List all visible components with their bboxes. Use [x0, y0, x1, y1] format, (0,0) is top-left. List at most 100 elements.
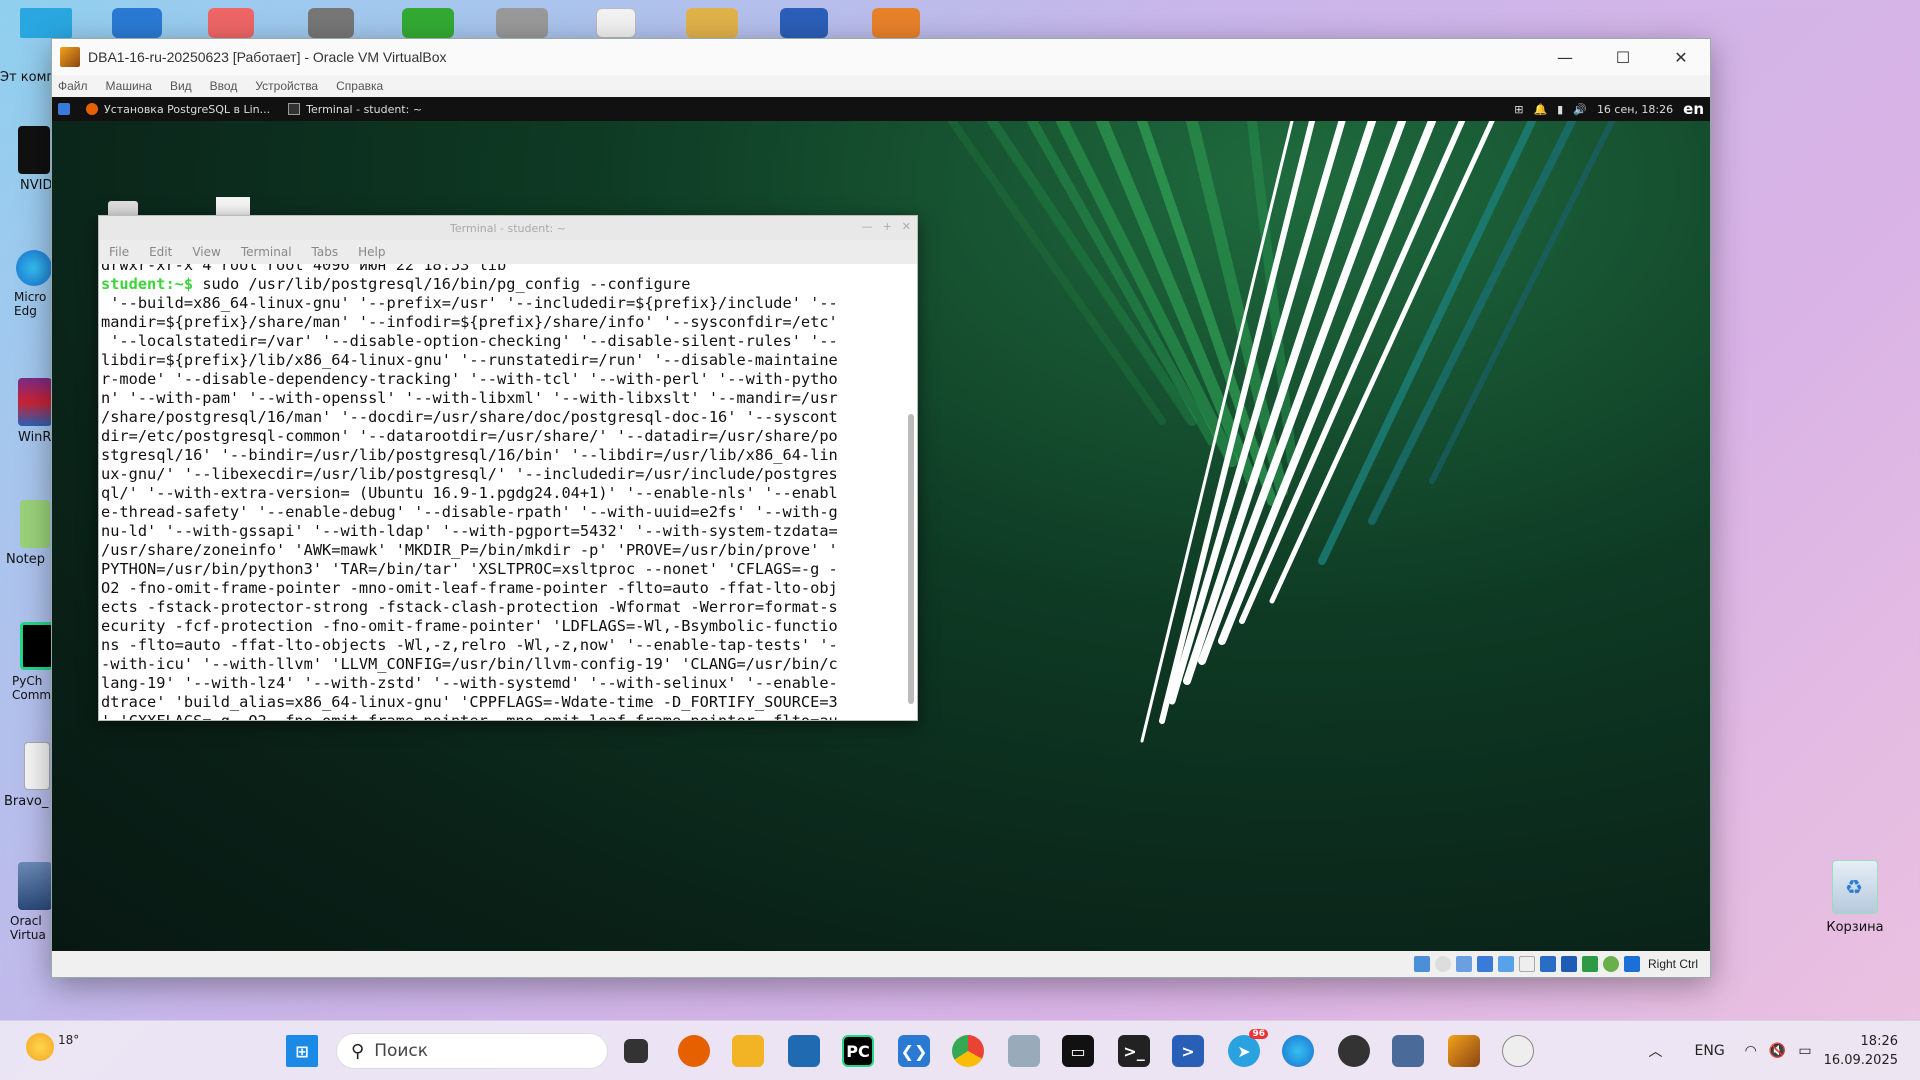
cpu-icon[interactable]	[1581, 956, 1598, 972]
battery-icon[interactable]: ▭	[1798, 1043, 1811, 1059]
audio-icon[interactable]	[1455, 956, 1472, 972]
close-button[interactable]: ✕	[1652, 39, 1710, 75]
volume-muted-icon[interactable]: 🔇	[1769, 1043, 1786, 1059]
desktop-icon-folder[interactable]	[686, 8, 738, 38]
volume-icon[interactable]: 🔊	[1573, 103, 1587, 116]
terminal-command-output: '--build=x86_64-linux-gnu' '--prefix=/us…	[101, 294, 838, 720]
desktop-icon-nvidia[interactable]	[402, 8, 454, 38]
vscode-icon[interactable]: ❮❯	[898, 1035, 930, 1067]
menu-view[interactable]: Вид	[170, 79, 192, 93]
cmd-icon[interactable]: >_	[1118, 1035, 1150, 1067]
terminal-maximize-button[interactable]: +	[883, 220, 892, 233]
guest-desktop-icon-file[interactable]	[216, 197, 250, 217]
hard-disk-icon[interactable]	[1413, 956, 1430, 972]
menu-machine[interactable]: Машина	[106, 79, 152, 93]
wifi-icon[interactable]: ◠	[1745, 1043, 1757, 1059]
menu-input[interactable]: Ввод	[210, 79, 238, 93]
app-icon-ball[interactable]	[1502, 1035, 1534, 1067]
pycharm-icon[interactable]: PC	[842, 1035, 874, 1067]
display-icon[interactable]	[1539, 956, 1556, 972]
taskbutton-terminal[interactable]: Terminal - student: ~	[288, 103, 422, 116]
app-icon-chart[interactable]	[788, 1035, 820, 1067]
terminal-menubar: File Edit View Terminal Tabs Help	[99, 240, 917, 264]
desktop-icon-vscode[interactable]	[112, 8, 162, 38]
app-icon-db[interactable]	[1008, 1035, 1040, 1067]
terminal-menu-file[interactable]: File	[109, 245, 129, 259]
weather-icon	[26, 1033, 54, 1061]
taskbutton-firefox[interactable]: Установка PostgreSQL в Lin...	[86, 103, 270, 116]
terminal-window[interactable]: Terminal - student: ~ — + ✕ File Edit Vi…	[98, 215, 918, 721]
file-explorer-icon[interactable]	[732, 1035, 764, 1067]
terminal-minimize-button[interactable]: —	[862, 220, 873, 233]
keyboard-capture-icon[interactable]	[1623, 956, 1640, 972]
battery-icon[interactable]: ▮	[1557, 103, 1563, 116]
edge-icon[interactable]	[1282, 1035, 1314, 1067]
guest-clock[interactable]: 16 сен, 18:26	[1597, 103, 1673, 116]
desktop-icon-monitor[interactable]	[20, 8, 72, 38]
mouse-integration-icon[interactable]	[1602, 956, 1619, 972]
guest-menu-button[interactable]	[58, 103, 76, 115]
network-icon[interactable]: ⊞	[1514, 103, 1523, 116]
virtualbox-vm-icon[interactable]	[1448, 1035, 1480, 1067]
terminal-menu-help[interactable]: Help	[358, 245, 385, 259]
task-view-icon[interactable]	[624, 1039, 648, 1063]
terminal-close-button[interactable]: ✕	[902, 220, 911, 233]
menu-devices[interactable]: Устройства	[255, 79, 318, 93]
taskbutton-terminal-label: Terminal - student: ~	[306, 102, 423, 116]
host-key-label: Right Ctrl	[1647, 957, 1698, 971]
optical-drive-icon[interactable]	[1434, 956, 1451, 972]
menu-file[interactable]: Файл	[58, 79, 88, 93]
firefox-icon[interactable]	[678, 1035, 710, 1067]
virtualbox-window: DBA1-16-ru-20250623 [Работает] - Oracle …	[51, 38, 1711, 978]
powershell-icon[interactable]: >	[1172, 1035, 1204, 1067]
terminal-icon[interactable]: ▭	[1062, 1035, 1094, 1067]
minimize-button[interactable]: —	[1536, 39, 1594, 75]
menu-help[interactable]: Справка	[336, 79, 383, 93]
taskbar-search[interactable]: ⚲ Поиск	[336, 1033, 608, 1069]
recording-icon[interactable]	[1560, 956, 1577, 972]
notification-bell-icon[interactable]: 🔔	[1533, 103, 1547, 116]
terminal-prompt: student:~$	[101, 275, 194, 293]
terminal-prev-line: drwxr-xr-x 4 root root 4096 июн 22 18:53…	[101, 264, 507, 274]
desktop-icon-box[interactable]	[872, 8, 920, 38]
terminal-output[interactable]: drwxr-xr-x 4 root root 4096 июн 22 18:53…	[99, 264, 903, 720]
input-language[interactable]: ENG	[1695, 1043, 1725, 1059]
terminal-menu-view[interactable]: View	[192, 245, 220, 259]
shared-folders-icon[interactable]	[1518, 956, 1535, 972]
desktop-icon-word[interactable]	[780, 8, 828, 38]
show-hidden-icons-chevron-icon[interactable]: ︿	[1649, 1041, 1663, 1061]
desktop-icon-app[interactable]	[208, 8, 254, 38]
terminal-menu-terminal[interactable]: Terminal	[241, 245, 292, 259]
chrome-icon[interactable]	[952, 1035, 984, 1067]
window-title: DBA1-16-ru-20250623 [Работает] - Oracle …	[88, 49, 447, 65]
taskbar-clock[interactable]: 18:26 16.09.2025	[1824, 1032, 1898, 1070]
weather-widget[interactable]: 18°	[26, 1033, 79, 1061]
terminal-menu-edit[interactable]: Edit	[149, 245, 172, 259]
telegram-badge: 96	[1249, 1029, 1268, 1039]
terminal-scrollbar-thumb[interactable]	[908, 414, 914, 704]
pycharm-icon	[20, 622, 54, 670]
recycle-bin-label: Корзина	[1826, 920, 1884, 935]
app-icon-round[interactable]	[1338, 1035, 1370, 1067]
virtualbox-titlebar[interactable]: DBA1-16-ru-20250623 [Работает] - Oracle …	[52, 39, 1710, 75]
desktop-icon-printer[interactable]	[496, 8, 548, 38]
keyboard-layout[interactable]: en	[1683, 100, 1704, 118]
usb-icon[interactable]	[1497, 956, 1514, 972]
desktop-icon-virtualbox[interactable]	[308, 8, 354, 38]
virtualbox-icon	[18, 862, 52, 910]
network-adapter-icon[interactable]	[1476, 956, 1493, 972]
desktop-icon-recycle-bin[interactable]: ♻ Корзина	[1820, 860, 1890, 935]
virtualbox-app-icon	[60, 47, 80, 67]
terminal-titlebar[interactable]: Terminal - student: ~ — + ✕	[99, 216, 917, 240]
recycle-bin-icon: ♻	[1832, 860, 1878, 914]
system-tray: ︿ ENG ◠ 🔇 ▭ 18:26 16.09.2025	[1649, 1021, 1920, 1080]
desktop-icon-document[interactable]	[596, 8, 636, 38]
virtualbox-icon[interactable]	[1392, 1035, 1424, 1067]
telegram-icon[interactable]: ➤ 96	[1228, 1029, 1268, 1067]
weather-temperature: 18°	[58, 1033, 80, 1047]
start-button[interactable]: ⊞	[286, 1035, 318, 1067]
terminal-scrollbar[interactable]	[907, 266, 915, 718]
terminal-menu-tabs[interactable]: Tabs	[312, 245, 339, 259]
maximize-button[interactable]: ☐	[1594, 39, 1652, 75]
guest-display[interactable]: Установка PostgreSQL в Lin... Terminal -…	[52, 97, 1710, 953]
